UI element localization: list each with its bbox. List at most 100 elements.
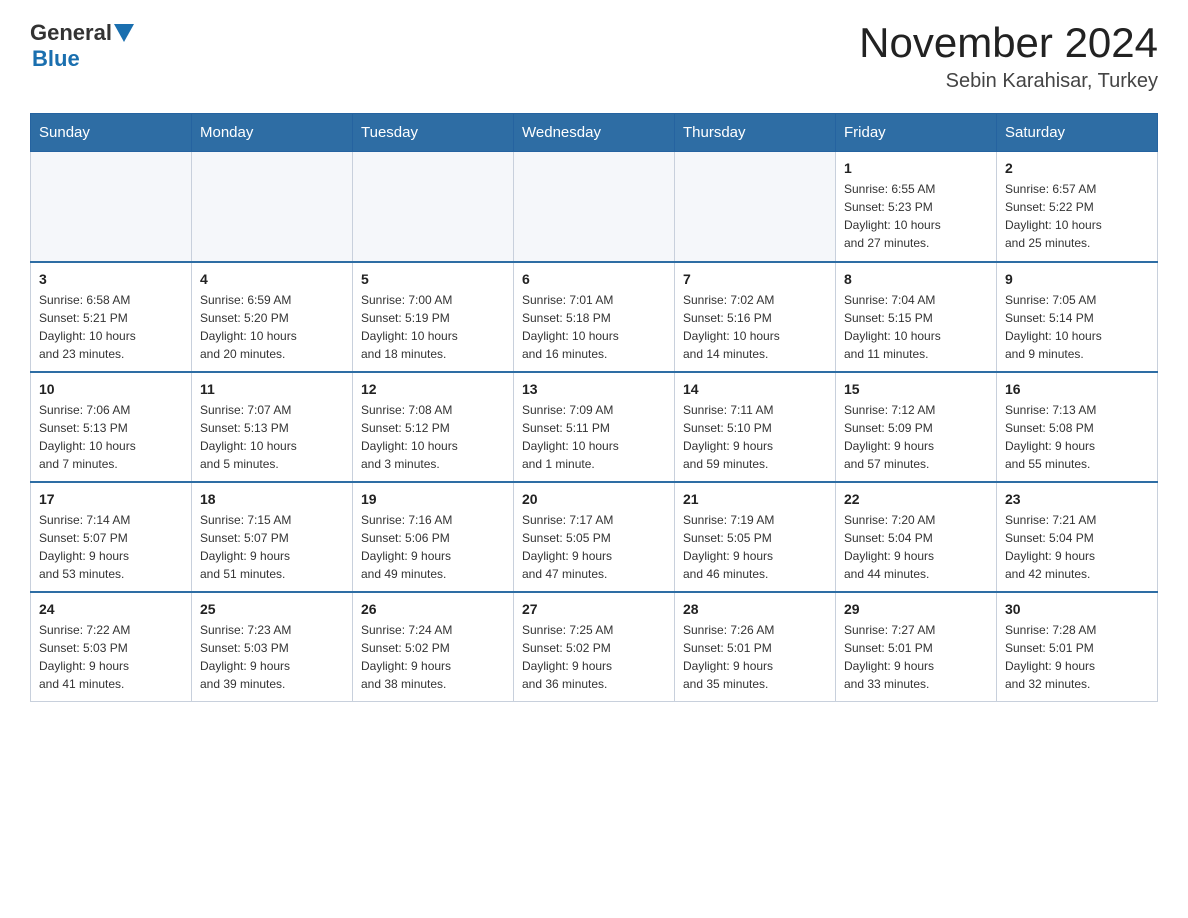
day-number: 29 <box>844 601 988 617</box>
calendar-cell <box>31 152 192 262</box>
day-info: Sunrise: 6:59 AMSunset: 5:20 PMDaylight:… <box>200 291 344 363</box>
calendar-cell: 10 Sunrise: 7:06 AMSunset: 5:13 PMDayligh… <box>31 372 192 482</box>
calendar-week-row: 24 Sunrise: 7:22 AMSunset: 5:03 PMDayligh… <box>31 592 1158 702</box>
day-number: 18 <box>200 491 344 507</box>
day-info: Sunrise: 7:09 AMSunset: 5:11 PMDaylight:… <box>522 401 666 473</box>
day-number: 24 <box>39 601 183 617</box>
day-number: 21 <box>683 491 827 507</box>
calendar-cell: 19 Sunrise: 7:16 AMSunset: 5:06 PMDayligh… <box>353 482 514 592</box>
day-number: 30 <box>1005 601 1149 617</box>
day-info: Sunrise: 7:26 AMSunset: 5:01 PMDaylight:… <box>683 621 827 693</box>
logo: General Blue <box>30 20 134 72</box>
day-info: Sunrise: 7:21 AMSunset: 5:04 PMDaylight:… <box>1005 511 1149 583</box>
day-number: 14 <box>683 381 827 397</box>
title-section: November 2024 Sebin Karahisar, Turkey <box>859 20 1158 93</box>
day-number: 25 <box>200 601 344 617</box>
day-info: Sunrise: 7:17 AMSunset: 5:05 PMDaylight:… <box>522 511 666 583</box>
day-info: Sunrise: 7:05 AMSunset: 5:14 PMDaylight:… <box>1005 291 1149 363</box>
calendar-cell: 3 Sunrise: 6:58 AMSunset: 5:21 PMDaylight… <box>31 262 192 372</box>
weekday-header-friday: Friday <box>836 114 997 152</box>
day-number: 3 <box>39 271 183 287</box>
day-info: Sunrise: 6:55 AMSunset: 5:23 PMDaylight:… <box>844 180 988 252</box>
logo-triangle-icon <box>114 24 134 44</box>
calendar-cell: 4 Sunrise: 6:59 AMSunset: 5:20 PMDaylight… <box>192 262 353 372</box>
day-info: Sunrise: 6:58 AMSunset: 5:21 PMDaylight:… <box>39 291 183 363</box>
weekday-header-sunday: Sunday <box>31 114 192 152</box>
calendar-week-row: 3 Sunrise: 6:58 AMSunset: 5:21 PMDaylight… <box>31 262 1158 372</box>
day-number: 5 <box>361 271 505 287</box>
day-number: 12 <box>361 381 505 397</box>
day-number: 28 <box>683 601 827 617</box>
calendar-week-row: 10 Sunrise: 7:06 AMSunset: 5:13 PMDayligh… <box>31 372 1158 482</box>
calendar-cell: 1 Sunrise: 6:55 AMSunset: 5:23 PMDaylight… <box>836 152 997 262</box>
day-info: Sunrise: 7:08 AMSunset: 5:12 PMDaylight:… <box>361 401 505 473</box>
day-info: Sunrise: 7:20 AMSunset: 5:04 PMDaylight:… <box>844 511 988 583</box>
day-info: Sunrise: 7:15 AMSunset: 5:07 PMDaylight:… <box>200 511 344 583</box>
day-info: Sunrise: 7:13 AMSunset: 5:08 PMDaylight:… <box>1005 401 1149 473</box>
page-subtitle: Sebin Karahisar, Turkey <box>859 70 1158 93</box>
calendar-cell: 17Sunrise: 7:14 AMSunset: 5:07 PMDayligh… <box>31 482 192 592</box>
calendar-cell <box>192 152 353 262</box>
day-number: 23 <box>1005 491 1149 507</box>
calendar-cell: 12 Sunrise: 7:08 AMSunset: 5:12 PMDayligh… <box>353 372 514 482</box>
day-number: 8 <box>844 271 988 287</box>
calendar-cell: 15Sunrise: 7:12 AMSunset: 5:09 PMDayligh… <box>836 372 997 482</box>
calendar-cell: 7 Sunrise: 7:02 AMSunset: 5:16 PMDaylight… <box>675 262 836 372</box>
day-info: Sunrise: 7:16 AMSunset: 5:06 PMDaylight:… <box>361 511 505 583</box>
calendar-table: SundayMondayTuesdayWednesdayThursdayFrid… <box>30 113 1158 702</box>
calendar-cell: 26Sunrise: 7:24 AMSunset: 5:02 PMDayligh… <box>353 592 514 702</box>
page-title: November 2024 <box>859 20 1158 66</box>
calendar-cell: 2 Sunrise: 6:57 AMSunset: 5:22 PMDaylight… <box>997 152 1158 262</box>
weekday-header-tuesday: Tuesday <box>353 114 514 152</box>
calendar-cell <box>675 152 836 262</box>
weekday-header-saturday: Saturday <box>997 114 1158 152</box>
day-info: Sunrise: 7:06 AMSunset: 5:13 PMDaylight:… <box>39 401 183 473</box>
calendar-cell: 6Sunrise: 7:01 AMSunset: 5:18 PMDaylight… <box>514 262 675 372</box>
day-info: Sunrise: 7:01 AMSunset: 5:18 PMDaylight:… <box>522 291 666 363</box>
weekday-header-row: SundayMondayTuesdayWednesdayThursdayFrid… <box>31 114 1158 152</box>
day-number: 10 <box>39 381 183 397</box>
calendar-cell: 24 Sunrise: 7:22 AMSunset: 5:03 PMDayligh… <box>31 592 192 702</box>
day-info: Sunrise: 7:11 AMSunset: 5:10 PMDaylight:… <box>683 401 827 473</box>
logo-general-text: General <box>30 20 112 46</box>
calendar-cell: 16 Sunrise: 7:13 AMSunset: 5:08 PMDayligh… <box>997 372 1158 482</box>
day-info: Sunrise: 6:57 AMSunset: 5:22 PMDaylight:… <box>1005 180 1149 252</box>
day-info: Sunrise: 7:04 AMSunset: 5:15 PMDaylight:… <box>844 291 988 363</box>
calendar-cell: 8 Sunrise: 7:04 AMSunset: 5:15 PMDaylight… <box>836 262 997 372</box>
weekday-header-wednesday: Wednesday <box>514 114 675 152</box>
calendar-cell: 28 Sunrise: 7:26 AMSunset: 5:01 PMDayligh… <box>675 592 836 702</box>
day-number: 17 <box>39 491 183 507</box>
calendar-week-row: 1 Sunrise: 6:55 AMSunset: 5:23 PMDaylight… <box>31 152 1158 262</box>
day-number: 11 <box>200 381 344 397</box>
day-info: Sunrise: 7:07 AMSunset: 5:13 PMDaylight:… <box>200 401 344 473</box>
calendar-cell: 25Sunrise: 7:23 AMSunset: 5:03 PMDayligh… <box>192 592 353 702</box>
day-number: 13 <box>522 381 666 397</box>
day-info: Sunrise: 7:00 AMSunset: 5:19 PMDaylight:… <box>361 291 505 363</box>
calendar-cell: 20Sunrise: 7:17 AMSunset: 5:05 PMDayligh… <box>514 482 675 592</box>
day-info: Sunrise: 7:19 AMSunset: 5:05 PMDaylight:… <box>683 511 827 583</box>
calendar-cell: 23 Sunrise: 7:21 AMSunset: 5:04 PMDayligh… <box>997 482 1158 592</box>
calendar-week-row: 17Sunrise: 7:14 AMSunset: 5:07 PMDayligh… <box>31 482 1158 592</box>
calendar-cell: 18 Sunrise: 7:15 AMSunset: 5:07 PMDayligh… <box>192 482 353 592</box>
calendar-cell: 5 Sunrise: 7:00 AMSunset: 5:19 PMDaylight… <box>353 262 514 372</box>
day-info: Sunrise: 7:22 AMSunset: 5:03 PMDaylight:… <box>39 621 183 693</box>
calendar-cell: 22Sunrise: 7:20 AMSunset: 5:04 PMDayligh… <box>836 482 997 592</box>
day-number: 1 <box>844 160 988 176</box>
calendar-cell: 30 Sunrise: 7:28 AMSunset: 5:01 PMDayligh… <box>997 592 1158 702</box>
day-info: Sunrise: 7:28 AMSunset: 5:01 PMDaylight:… <box>1005 621 1149 693</box>
day-info: Sunrise: 7:25 AMSunset: 5:02 PMDaylight:… <box>522 621 666 693</box>
day-number: 4 <box>200 271 344 287</box>
day-number: 16 <box>1005 381 1149 397</box>
day-number: 2 <box>1005 160 1149 176</box>
weekday-header-thursday: Thursday <box>675 114 836 152</box>
calendar-cell: 11 Sunrise: 7:07 AMSunset: 5:13 PMDayligh… <box>192 372 353 482</box>
weekday-header-monday: Monday <box>192 114 353 152</box>
day-number: 19 <box>361 491 505 507</box>
day-number: 15 <box>844 381 988 397</box>
day-number: 27 <box>522 601 666 617</box>
day-info: Sunrise: 7:27 AMSunset: 5:01 PMDaylight:… <box>844 621 988 693</box>
day-info: Sunrise: 7:02 AMSunset: 5:16 PMDaylight:… <box>683 291 827 363</box>
calendar-cell: 14 Sunrise: 7:11 AMSunset: 5:10 PMDayligh… <box>675 372 836 482</box>
day-info: Sunrise: 7:24 AMSunset: 5:02 PMDaylight:… <box>361 621 505 693</box>
day-number: 7 <box>683 271 827 287</box>
